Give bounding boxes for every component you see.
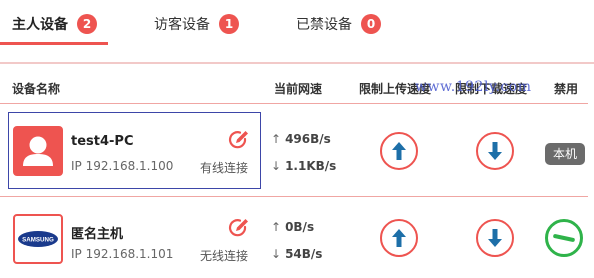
upload-speed-arrow-icon: ↑	[271, 132, 282, 146]
device-name: test4-PC	[71, 134, 134, 149]
person-icon	[13, 126, 63, 176]
upload-speed: ↑ 496B/s	[271, 132, 331, 146]
tab-owner-devices-count: 2	[77, 14, 97, 34]
tab-blocked-devices-count: 0	[361, 14, 381, 34]
column-header-current-speed: 当前网速	[274, 82, 323, 96]
block-device-toggle[interactable]	[545, 219, 583, 257]
arrow-up-icon	[392, 142, 406, 160]
device-name: 匿名主机	[71, 227, 124, 242]
connection-type: 有线连接	[200, 161, 249, 175]
tab-guest-devices[interactable]: 访客设备 1	[154, 12, 239, 36]
download-speed-arrow-icon: ↓	[271, 159, 282, 173]
upload-limit-button[interactable]	[380, 219, 418, 257]
device-tabs: 主人设备 2 访客设备 1 已禁设备 0	[0, 0, 594, 48]
device-ip: IP 192.168.1.101	[71, 247, 174, 261]
arrow-up-icon	[392, 229, 406, 247]
upload-speed-value: 496B/s	[285, 132, 331, 146]
upload-speed: ↑ 0B/s	[271, 220, 314, 234]
device-row: SAMSUNG 匿名主机 IP 192.168.1.101 无线连接 ↑ 0B/…	[0, 202, 594, 278]
edit-icon[interactable]	[228, 217, 250, 239]
edit-icon[interactable]	[228, 129, 250, 151]
local-device-badge: 本机	[545, 143, 585, 165]
tab-guest-devices-count: 1	[219, 14, 239, 34]
block-toggle-bar	[552, 233, 576, 243]
connection-type: 无线连接	[200, 249, 249, 263]
download-limit-button[interactable]	[476, 219, 514, 257]
download-speed: ↓ 54B/s	[271, 247, 322, 261]
download-speed: ↓ 1.1KB/s	[271, 159, 336, 173]
tab-blocked-devices[interactable]: 已禁设备 0	[296, 12, 381, 36]
tabs-divider	[0, 62, 594, 64]
download-speed-value: 54B/s	[285, 247, 323, 261]
tab-guest-devices-label: 访客设备	[154, 17, 210, 33]
active-tab-indicator	[0, 42, 108, 45]
download-speed-arrow-icon: ↓	[271, 247, 282, 261]
download-limit-button[interactable]	[476, 132, 514, 170]
upload-limit-button[interactable]	[380, 132, 418, 170]
upload-speed-value: 0B/s	[285, 220, 315, 234]
column-header-device-name: 设备名称	[12, 82, 61, 96]
column-header-block: 禁用	[554, 82, 579, 96]
tab-owner-devices[interactable]: 主人设备 2	[12, 12, 97, 36]
samsung-logo-text: SAMSUNG	[22, 237, 54, 244]
download-speed-value: 1.1KB/s	[285, 159, 337, 173]
tab-owner-devices-label: 主人设备	[12, 17, 68, 33]
row-divider	[0, 196, 588, 197]
device-row: test4-PC IP 192.168.1.100 有线连接 ↑ 496B/s …	[0, 112, 594, 194]
header-divider	[0, 103, 588, 104]
device-ip: IP 192.168.1.100	[71, 159, 174, 173]
tab-blocked-devices-label: 已禁设备	[296, 17, 352, 33]
arrow-down-icon	[488, 229, 502, 247]
watermark: www.192ly.com	[415, 79, 532, 95]
arrow-down-icon	[488, 142, 502, 160]
samsung-logo: SAMSUNG	[13, 214, 63, 264]
upload-speed-arrow-icon: ↑	[271, 220, 282, 234]
